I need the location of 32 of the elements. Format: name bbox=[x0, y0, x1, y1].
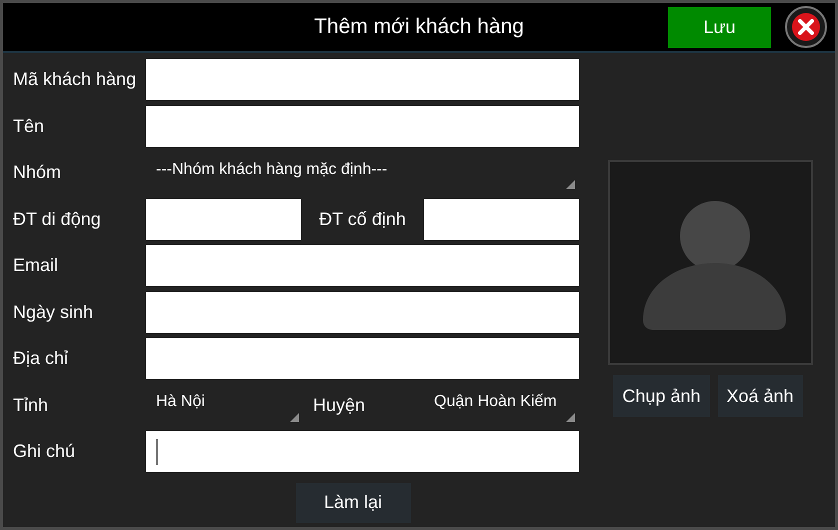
reset-button[interactable]: Làm lại bbox=[296, 482, 410, 522]
field-label: ĐT cố định bbox=[318, 208, 407, 230]
field-label: Tỉnh bbox=[12, 394, 50, 416]
input-field[interactable] bbox=[146, 431, 579, 472]
input-field[interactable] bbox=[424, 198, 579, 240]
field-label: Mã khách hàng bbox=[12, 68, 138, 91]
field-label: Email bbox=[12, 254, 60, 277]
photo-button[interactable]: Chụp ảnh bbox=[613, 375, 710, 417]
field-label: Tên bbox=[12, 114, 46, 138]
field-label: Ghi chú bbox=[12, 440, 76, 463]
window-title: Thêm mới khách hàng bbox=[314, 14, 524, 40]
field-label: Nhóm bbox=[12, 161, 62, 184]
input-field[interactable] bbox=[146, 198, 301, 240]
input-field[interactable] bbox=[146, 338, 579, 379]
field-label: Địa chỉ bbox=[12, 347, 70, 370]
input-field[interactable] bbox=[146, 59, 579, 100]
close-icon[interactable] bbox=[785, 6, 827, 48]
dropdown[interactable]: Hà Nội bbox=[146, 384, 303, 426]
input-field[interactable] bbox=[146, 245, 579, 286]
dropdown-icon bbox=[566, 412, 575, 422]
dropdown[interactable]: Quận Hoàn Kiếm bbox=[424, 384, 579, 426]
avatar-placeholder-icon bbox=[608, 160, 813, 365]
field-label: Ngày sinh bbox=[12, 300, 94, 324]
dropdown-icon bbox=[566, 180, 575, 189]
dropdown[interactable]: ---Nhóm khách hàng mặc định--- bbox=[146, 152, 579, 193]
input-field[interactable] bbox=[146, 106, 579, 146]
save-button[interactable]: Lưu bbox=[668, 6, 771, 48]
field-label: ĐT di động bbox=[12, 208, 102, 231]
photo-button[interactable]: Xoá ảnh bbox=[718, 375, 803, 417]
dropdown-icon bbox=[290, 412, 299, 422]
input-field[interactable] bbox=[146, 292, 579, 332]
field-label: Huyện bbox=[312, 394, 366, 417]
